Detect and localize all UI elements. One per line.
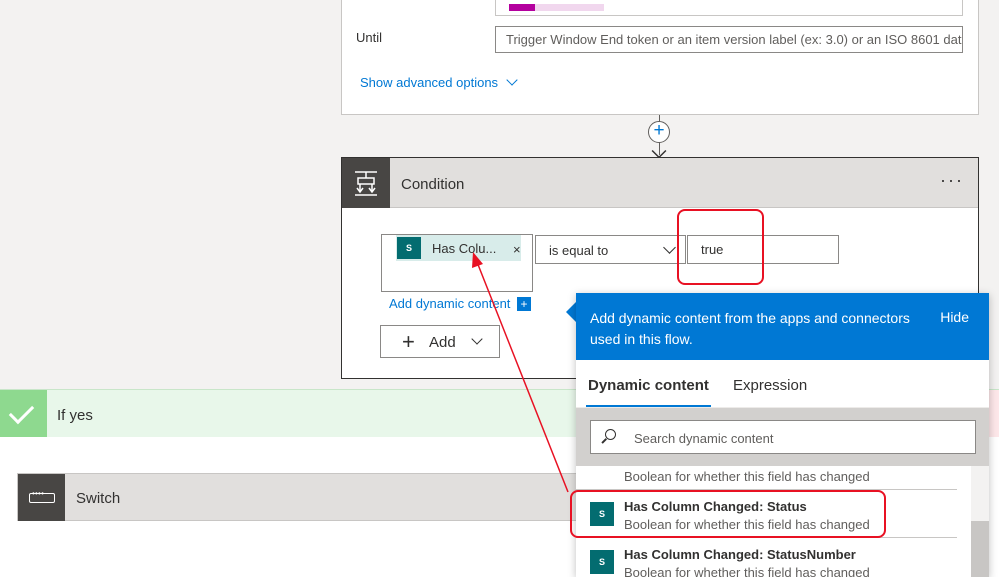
condition-left-operand[interactable]: S Has Colu... × xyxy=(381,234,533,292)
operator-select[interactable]: is equal to xyxy=(535,235,686,264)
chevron-down-icon xyxy=(506,74,518,86)
search-placeholder: Search dynamic content xyxy=(634,431,774,446)
condition-icon xyxy=(342,158,390,208)
list-item[interactable]: S Boolean for whether this field has cha… xyxy=(576,466,971,490)
search-area: Search dynamic content xyxy=(576,408,989,466)
search-icon xyxy=(605,429,616,440)
annotation-highlight-value xyxy=(677,209,764,285)
panel-tabs: Dynamic content Expression xyxy=(576,360,989,408)
tab-expression[interactable]: Expression xyxy=(733,377,807,394)
switch-label: Switch xyxy=(76,490,121,507)
scrollbar-thumb[interactable] xyxy=(971,521,989,577)
advanced-link-label: Show advanced options xyxy=(360,75,499,90)
item-description: Boolean for whether this field has chang… xyxy=(624,469,870,484)
add-button[interactable]: + Add xyxy=(380,325,500,358)
dynamic-token-chip[interactable]: S Has Colu... × xyxy=(396,235,521,261)
until-input[interactable]: Trigger Window End token or an item vers… xyxy=(495,26,963,53)
until-label: Until xyxy=(356,30,383,45)
scrollbar[interactable] xyxy=(971,466,989,577)
switch-card[interactable]: Switch xyxy=(17,473,577,521)
checkmark-icon xyxy=(0,390,47,438)
show-advanced-options-link[interactable]: Show advanced options xyxy=(360,74,518,90)
get-changes-card: Until Trigger Window End token or an ite… xyxy=(341,0,979,115)
panel-header: Add dynamic content from the apps and co… xyxy=(576,293,989,360)
condition-title: Condition xyxy=(401,176,465,193)
since-field[interactable] xyxy=(495,0,963,16)
insert-step-plus-icon[interactable]: + xyxy=(648,121,670,143)
token-label: Has Colu... xyxy=(432,241,497,256)
panel-header-text: Add dynamic content from the apps and co… xyxy=(590,310,910,347)
panel-pointer xyxy=(566,302,576,322)
chevron-down-icon xyxy=(663,241,676,254)
dynamic-token xyxy=(509,4,604,11)
item-name: Has Column Changed: StatusNumber xyxy=(624,547,856,562)
keyboard-icon xyxy=(29,489,55,503)
list-item[interactable]: S Has Column Changed: StatusNumber Boole… xyxy=(576,538,971,577)
item-description: Boolean for whether this field has chang… xyxy=(624,565,870,577)
sharepoint-icon: S xyxy=(590,550,614,574)
add-dynamic-content-link[interactable]: Add dynamic content xyxy=(389,296,510,311)
search-input[interactable]: Search dynamic content xyxy=(590,420,976,454)
chevron-down-icon xyxy=(471,333,483,345)
plus-icon: + xyxy=(402,329,415,354)
operator-value: is equal to xyxy=(549,243,609,258)
remove-token-icon[interactable]: × xyxy=(513,242,521,257)
tab-dynamic-content[interactable]: Dynamic content xyxy=(586,377,711,407)
condition-header[interactable]: Condition ··· xyxy=(342,158,978,208)
switch-icon xyxy=(18,474,65,521)
add-button-label: Add xyxy=(429,334,456,351)
more-options-icon[interactable]: ··· xyxy=(940,170,964,191)
if-yes-label: If yes xyxy=(57,407,93,424)
annotation-highlight-item xyxy=(570,490,886,538)
add-dynamic-plus-icon[interactable]: + xyxy=(517,297,531,311)
hide-button[interactable]: Hide xyxy=(940,309,969,325)
sharepoint-icon: S xyxy=(397,237,421,259)
